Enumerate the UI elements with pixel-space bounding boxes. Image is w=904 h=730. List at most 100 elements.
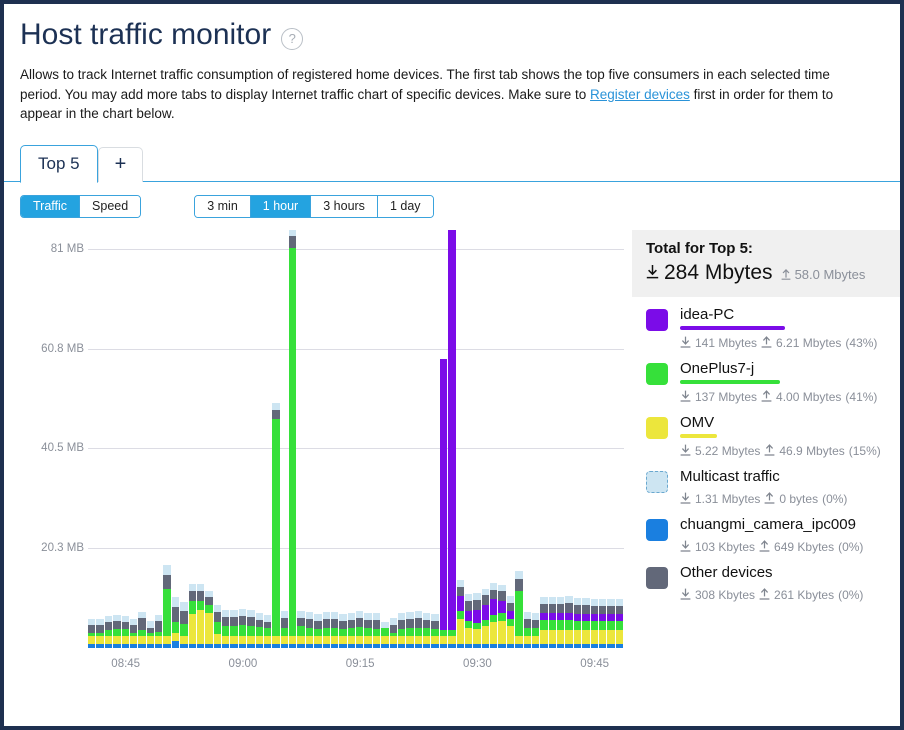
chart-bar[interactable] xyxy=(414,230,422,648)
chart-bar[interactable] xyxy=(322,230,330,648)
chart-bar[interactable] xyxy=(448,229,456,648)
metric-toggle-group[interactable]: Traffic Speed xyxy=(20,194,142,218)
chart-bar[interactable] xyxy=(297,230,305,648)
chart-bar[interactable] xyxy=(263,230,272,648)
chart-bar[interactable] xyxy=(464,230,473,648)
chart-bar[interactable] xyxy=(247,230,255,648)
chart-bar[interactable] xyxy=(565,230,573,648)
legend-item-body: Other devices 308 Kbytes 261 Kbytes (0%) xyxy=(680,563,900,602)
chart-bar[interactable] xyxy=(490,230,498,648)
chart-bar[interactable] xyxy=(531,230,540,648)
help-circle-icon[interactable]: ? xyxy=(281,28,304,50)
bar-segment-chuangmi-camera-ipc009 xyxy=(565,643,573,648)
chart-bar[interactable] xyxy=(364,230,372,648)
chart-bar[interactable] xyxy=(481,230,489,648)
chart-bar[interactable] xyxy=(121,230,129,648)
legend-item[interactable]: chuangmi_camera_ipc009 103 Kbytes 649 Kbyt… xyxy=(646,515,900,554)
bar-segment-idea-pc xyxy=(540,613,548,620)
period-option-3-hours[interactable]: 3 hours xyxy=(311,195,378,217)
chart-bar[interactable] xyxy=(431,230,439,648)
chart-bar[interactable] xyxy=(104,230,113,648)
tab-top-5[interactable]: Top 5 xyxy=(20,144,98,183)
legend-item[interactable]: idea-PC 141 Mbytes 6.21 Mbytes (43%) xyxy=(646,305,900,350)
legend-item[interactable]: OnePlus7-j 137 Mbytes 4.00 Mbytes (41%) xyxy=(646,359,900,404)
chart-bar[interactable] xyxy=(423,230,431,648)
register-devices-link[interactable]: Register devices xyxy=(590,87,690,102)
chart-bar[interactable] xyxy=(255,230,263,648)
chart-bar[interactable] xyxy=(129,230,138,648)
period-toggle-group[interactable]: 3 min 1 hour 3 hours 1 day xyxy=(194,194,434,218)
chart-bar[interactable] xyxy=(515,230,523,648)
chart-bar[interactable] xyxy=(305,230,314,648)
chart-bar[interactable] xyxy=(372,230,381,648)
legend-item[interactable]: Multicast traffic 1.31 Mbytes 0 bytes (0%) xyxy=(646,467,900,506)
period-option-1-hour[interactable]: 1 hour xyxy=(250,195,312,217)
bar-segment-oneplus7-j xyxy=(230,625,238,636)
chart-bar[interactable] xyxy=(397,230,406,648)
title-row: Host traffic monitor ? xyxy=(20,18,884,52)
chart-bar[interactable] xyxy=(213,230,221,648)
legend-item[interactable]: OMV 5.22 Mbytes 46.9 Mbytes (15%) xyxy=(646,413,900,458)
chart-bar[interactable] xyxy=(582,230,590,648)
chart-bar[interactable] xyxy=(339,230,347,648)
chart-bar[interactable] xyxy=(138,230,146,648)
chart-bar[interactable] xyxy=(573,230,582,648)
legend-color-swatch xyxy=(646,518,668,541)
chart-bar[interactable] xyxy=(473,230,481,648)
chart-bar[interactable] xyxy=(389,230,397,648)
bar-segment-omv xyxy=(222,635,230,644)
chart-bar[interactable] xyxy=(598,230,607,648)
chart-bar[interactable] xyxy=(615,230,623,648)
chart-bar[interactable] xyxy=(590,230,598,648)
bar-segment-oneplus7-j xyxy=(548,619,556,630)
metric-option-traffic[interactable]: Traffic xyxy=(21,195,81,217)
legend-item-percent: (0%) xyxy=(838,587,864,602)
chart-bar[interactable] xyxy=(146,230,154,648)
bar-segment-idea-pc xyxy=(615,614,623,621)
chart-bar[interactable] xyxy=(222,230,230,648)
chart-bar[interactable] xyxy=(188,230,196,648)
chart-bar[interactable] xyxy=(498,230,506,648)
chart-bar[interactable] xyxy=(230,230,238,648)
chart-bar[interactable] xyxy=(330,230,339,648)
chart-bar[interactable] xyxy=(205,230,213,648)
chart-bar[interactable] xyxy=(439,230,448,648)
chart-bar[interactable] xyxy=(196,230,205,648)
bar-segment-idea-pc xyxy=(607,614,615,621)
bar-segment-multicast-traffic xyxy=(297,611,305,619)
chart-bar[interactable] xyxy=(347,230,355,648)
period-option-1-day[interactable]: 1 day xyxy=(377,195,433,217)
chart-bar[interactable] xyxy=(96,230,104,648)
chart-bar[interactable] xyxy=(314,230,322,648)
chart-bar[interactable] xyxy=(180,230,188,648)
chart-bar[interactable] xyxy=(381,230,389,648)
chart-bar[interactable] xyxy=(289,229,297,648)
chart-bar[interactable] xyxy=(272,230,280,648)
chart-bar[interactable] xyxy=(540,230,548,648)
chart-bar[interactable] xyxy=(163,230,171,648)
x-axis-tick-label: 09:45 xyxy=(580,657,610,670)
chart-bar[interactable] xyxy=(356,230,364,648)
bar-segment-idea-pc xyxy=(473,610,481,623)
chart-bar[interactable] xyxy=(88,230,96,648)
chart-bar[interactable] xyxy=(238,230,247,648)
chart-bar[interactable] xyxy=(155,230,163,648)
chart-bar[interactable] xyxy=(406,230,414,648)
chart-bar[interactable] xyxy=(548,230,556,648)
chart-bar[interactable] xyxy=(506,230,515,648)
chart-bar[interactable] xyxy=(557,230,565,648)
period-option-3-min[interactable]: 3 min xyxy=(195,195,251,217)
add-tab-button[interactable]: + xyxy=(97,146,144,182)
bar-segment-other-devices xyxy=(96,624,104,633)
metric-option-speed[interactable]: Speed xyxy=(80,195,141,217)
chart-bar[interactable] xyxy=(456,230,464,648)
chart-bar[interactable] xyxy=(523,230,531,648)
legend-item-meter xyxy=(680,433,717,438)
chart-bar[interactable] xyxy=(607,230,615,648)
chart-bar[interactable] xyxy=(171,230,180,648)
legend-item[interactable]: Other devices 308 Kbytes 261 Kbytes (0%) xyxy=(646,563,900,602)
bar-segment-oneplus7-j xyxy=(196,601,205,611)
upload-arrow-icon xyxy=(764,492,775,505)
chart-bar[interactable] xyxy=(280,230,288,648)
chart-bar[interactable] xyxy=(113,230,121,648)
